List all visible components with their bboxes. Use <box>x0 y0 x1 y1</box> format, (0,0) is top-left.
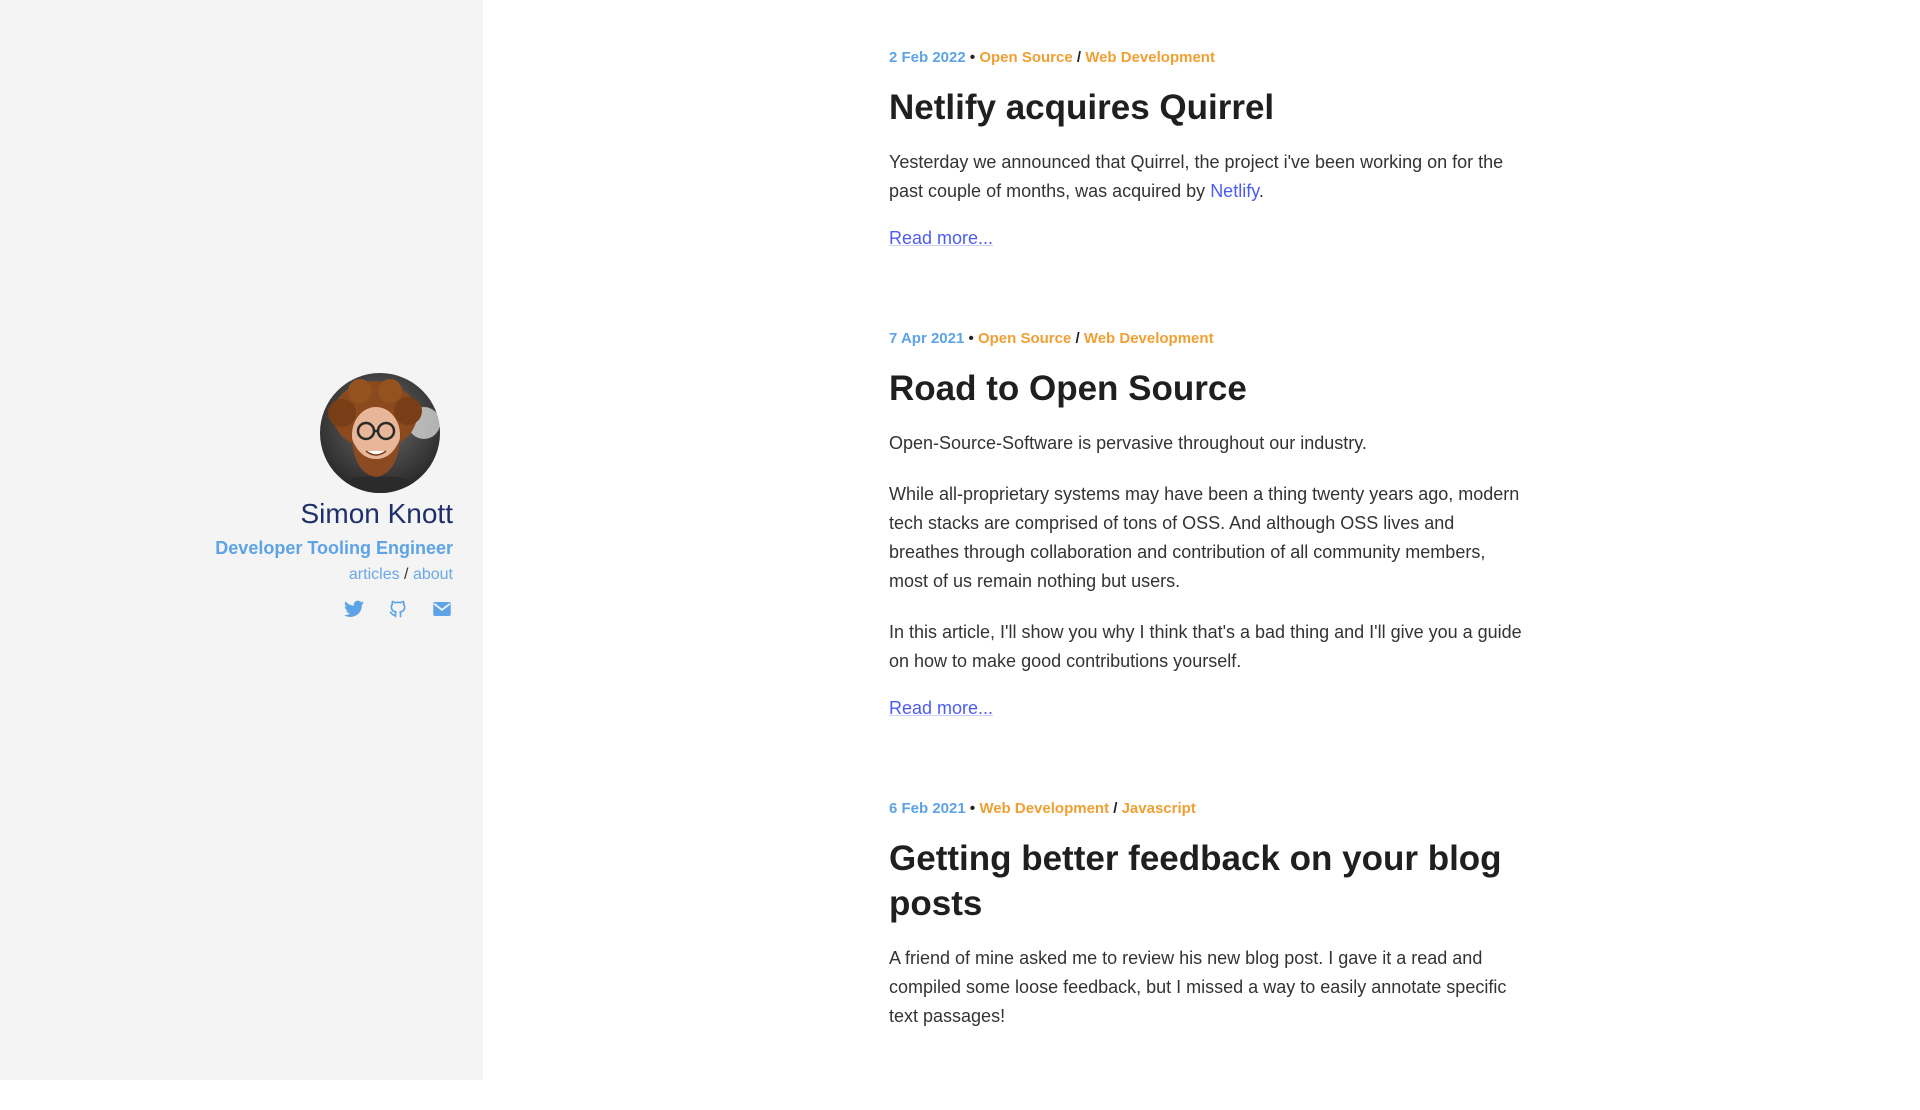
meta-separator: • <box>969 800 976 817</box>
article-date: 7 Apr 2021 <box>889 330 965 347</box>
nav-link-articles[interactable]: articles <box>349 566 400 583</box>
tag-link[interactable]: Open Source <box>979 49 1072 66</box>
nav-separator: / <box>404 566 409 583</box>
tag-separator: / <box>1075 330 1080 347</box>
article-title[interactable]: Getting better feedback on your blog pos… <box>889 836 1529 926</box>
article-list: 2 Feb 2022 • Open Source / Web Developme… <box>889 48 1529 1110</box>
tag-link[interactable]: Javascript <box>1122 800 1196 817</box>
nav-link-about[interactable]: about <box>413 566 453 583</box>
article-item: 2 Feb 2022 • Open Source / Web Developme… <box>889 48 1529 250</box>
excerpt-text: . <box>1258 181 1264 201</box>
tag-link[interactable]: Web Development <box>1084 330 1214 347</box>
article-excerpt: While all-proprietary systems may have b… <box>889 484 1520 591</box>
article-excerpt: Open-Source-Software is pervasive throug… <box>889 433 1367 453</box>
tag-link[interactable]: Web Development <box>979 800 1109 817</box>
article-meta: 6 Feb 2021 • Web Development / Javascrip… <box>889 799 1529 819</box>
article-excerpt: Yesterday we announced that Quirrel, the… <box>889 148 1529 206</box>
tag-link[interactable]: Web Development <box>1085 49 1215 66</box>
article-date: 6 Feb 2021 <box>889 800 966 817</box>
article-title[interactable]: Road to Open Source <box>889 366 1529 411</box>
tag-link[interactable]: Open Source <box>978 330 1071 347</box>
read-more-link[interactable]: Read more... <box>889 696 993 720</box>
sidebar: Simon Knott Developer Tooling Engineer a… <box>0 0 483 1080</box>
sidebar-nav: articles / about <box>215 564 453 586</box>
avatar <box>320 373 440 493</box>
twitter-icon[interactable] <box>343 598 365 620</box>
meta-separator: • <box>968 330 974 347</box>
article-meta: 7 Apr 2021 • Open Source / Web Developme… <box>889 329 1529 349</box>
author-role: Developer Tooling Engineer <box>215 538 453 558</box>
article-meta: 2 Feb 2022 • Open Source / Web Developme… <box>889 48 1529 68</box>
article-item: 6 Feb 2021 • Web Development / Javascrip… <box>889 799 1529 1031</box>
social-links <box>215 598 453 620</box>
mail-icon[interactable] <box>431 598 453 620</box>
excerpt-text: Yesterday we announced that Quirrel, the… <box>889 152 1504 201</box>
article-excerpt: In this article, I'll show you why I thi… <box>889 622 1522 671</box>
github-icon[interactable] <box>387 598 409 620</box>
profile-card: Simon Knott Developer Tooling Engineer a… <box>215 373 453 620</box>
article-item: 7 Apr 2021 • Open Source / Web Developme… <box>889 329 1529 720</box>
tag-separator: / <box>1113 800 1118 817</box>
article-excerpt: A friend of mine asked me to review his … <box>889 948 1507 1026</box>
read-more-link[interactable]: Read more... <box>889 226 993 250</box>
meta-separator: • <box>969 49 976 66</box>
tag-separator: / <box>1076 49 1082 66</box>
article-date: 2 Feb 2022 <box>889 49 966 66</box>
author-name: Simon Knott <box>300 498 453 529</box>
netlify-link[interactable]: Netlify <box>1210 181 1259 201</box>
article-title[interactable]: Netlify acquires Quirrel <box>889 85 1529 130</box>
